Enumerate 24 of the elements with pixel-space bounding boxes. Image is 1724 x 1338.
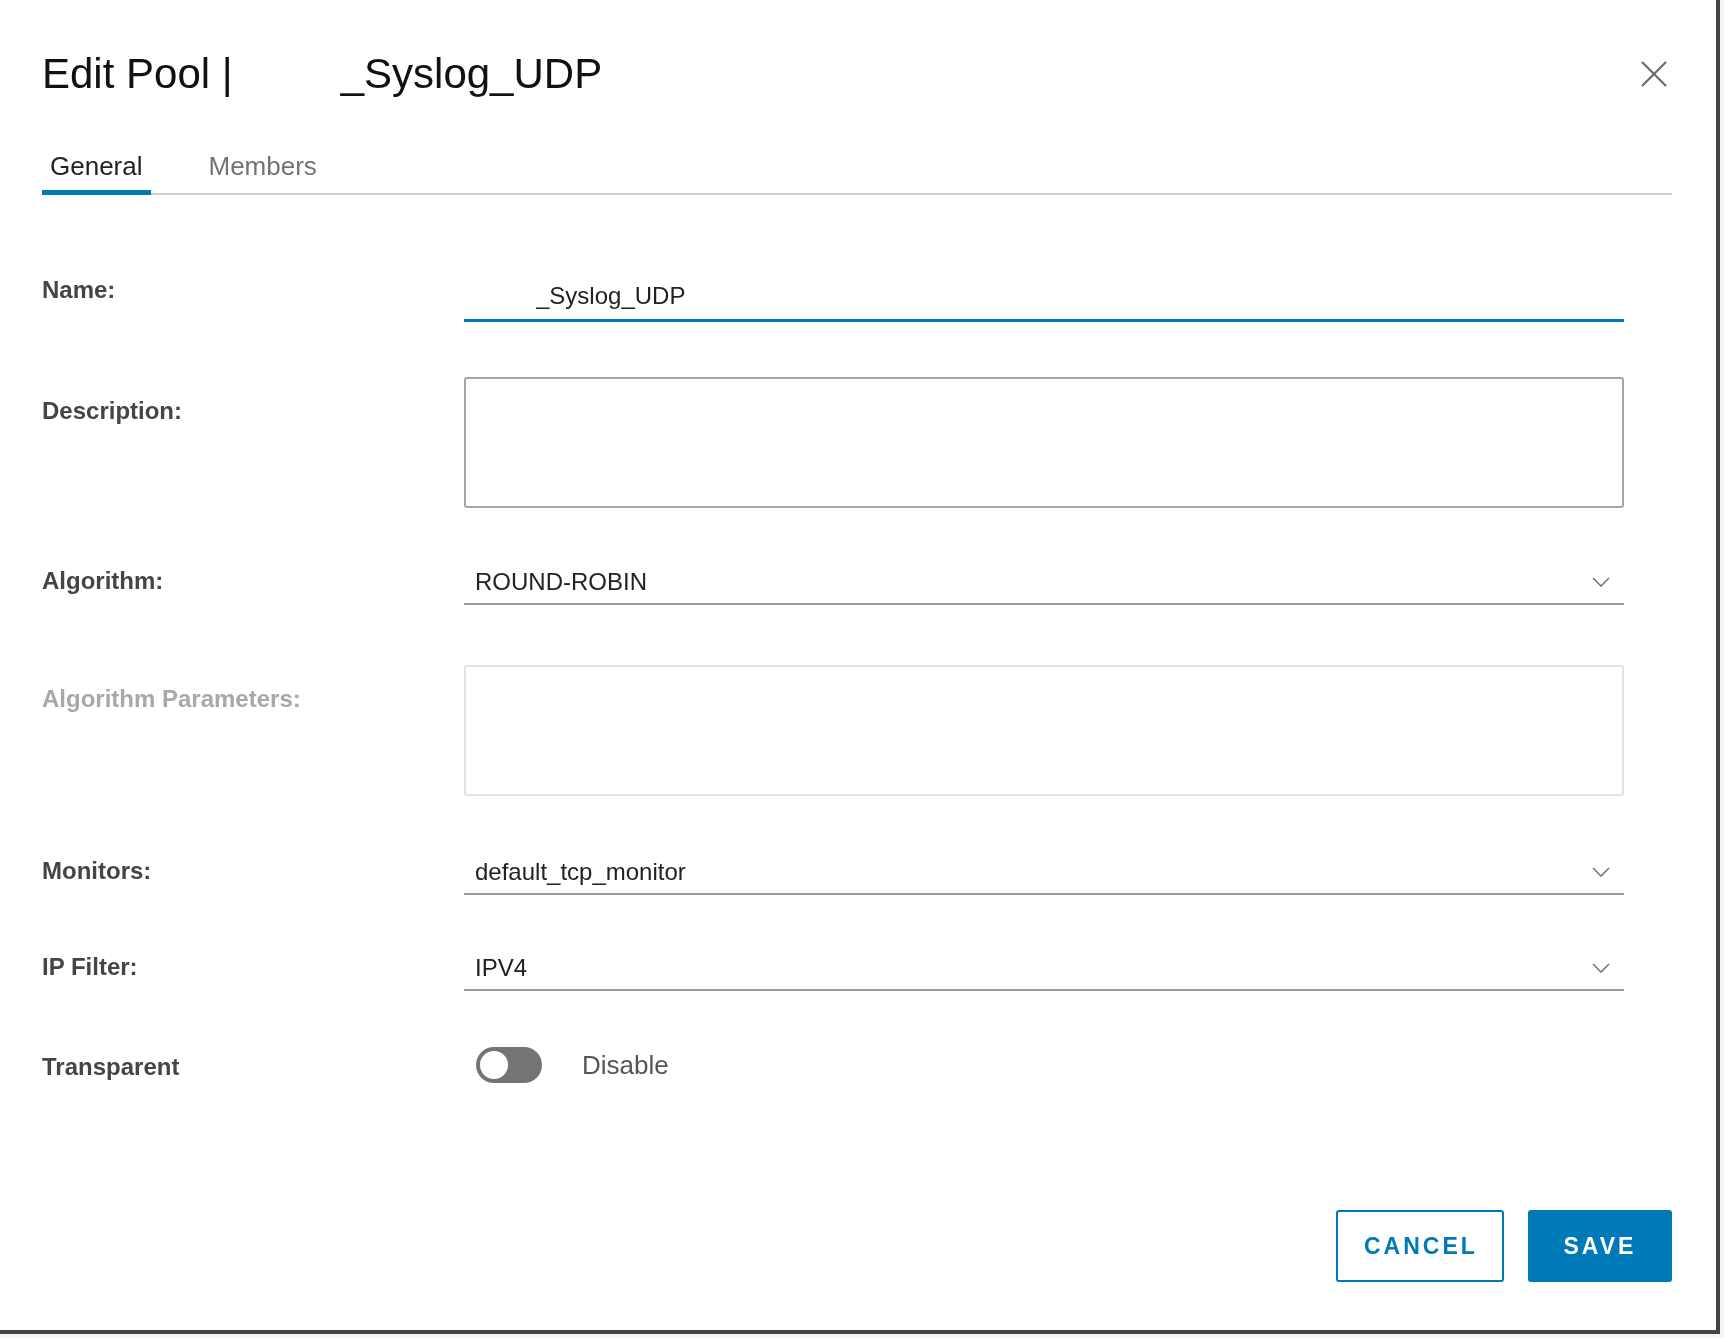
field-label: Transparent (42, 1052, 181, 1082)
toggle-label: Disable (582, 1048, 669, 1082)
field-label: Description: (42, 396, 183, 426)
tab[interactable]: Members (200, 143, 325, 195)
select-field[interactable]: IPV4 (464, 947, 1624, 991)
dialog-title: Edit Pool | (42, 49, 233, 99)
cancel-button[interactable]: CANCEL (1336, 1210, 1504, 1282)
chevron-down-icon (1592, 867, 1610, 877)
field-label: Algorithm: (42, 566, 165, 596)
select-field[interactable]: ROUND-ROBIN (464, 561, 1624, 605)
toggle-switch[interactable] (476, 1047, 542, 1083)
pool-name-title: _Syslog_UDP (340, 49, 603, 99)
text-area-field[interactable] (464, 377, 1624, 508)
field-label: Monitors: (42, 856, 153, 886)
name-input-field[interactable]: _Syslog_UDP (464, 272, 1624, 322)
save-button[interactable]: SAVE (1528, 1210, 1672, 1282)
tab[interactable]: General (42, 143, 151, 195)
field-label: IP Filter: (42, 952, 139, 982)
chevron-down-icon (1592, 577, 1610, 587)
field-label: Algorithm Parameters: (42, 684, 302, 714)
field-label: Name: (42, 275, 117, 305)
chevron-down-icon (1592, 963, 1610, 973)
select-field[interactable]: default_tcp_monitor (464, 851, 1624, 895)
close-icon[interactable] (1640, 59, 1668, 88)
